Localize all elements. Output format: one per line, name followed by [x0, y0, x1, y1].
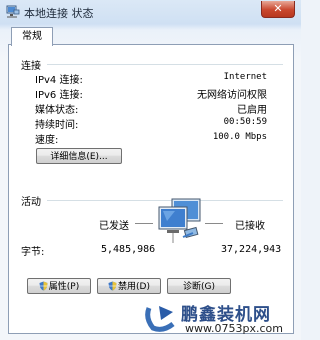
connection-section-title: 连接	[21, 61, 41, 72]
close-icon: ✕	[273, 2, 283, 15]
speed-value: 100.0 Mbps	[212, 132, 267, 142]
ipv4-value: Internet	[223, 72, 267, 82]
activity-section-title: 活动	[21, 197, 41, 208]
tab-general[interactable]: 常规	[11, 27, 53, 46]
details-button[interactable]: 详细信息(E)...	[36, 148, 122, 164]
disable-button[interactable]: 禁用(D)	[97, 278, 161, 294]
network-icon	[6, 5, 20, 18]
uac-shield-icon	[108, 281, 117, 291]
duration-label: 持续时间:	[35, 120, 79, 131]
sent-line	[135, 223, 153, 224]
ipv4-label: IPv4 连接:	[35, 75, 83, 86]
watermark-url: www.0753px.com	[185, 322, 283, 335]
media-state-label: 媒体状态:	[35, 105, 79, 116]
disable-label: 禁用(D)	[118, 282, 150, 292]
duration-value: 00:50:59	[223, 117, 267, 127]
window-title: 本地连接 状态	[24, 7, 94, 20]
uac-shield-icon	[39, 281, 48, 291]
network-computers-icon	[158, 198, 201, 243]
properties-button[interactable]: 属性(P)	[27, 278, 91, 294]
connection-divider	[47, 64, 283, 65]
received-label: 已接收	[235, 221, 265, 232]
bytes-sent-value: 5,485,986	[101, 244, 156, 255]
site-logo-icon	[145, 306, 175, 332]
tab-panel: 连接 IPv4 连接: Internet IPv6 连接: 无网络访问权限 媒体…	[8, 44, 294, 334]
watermark: 鹏鑫装机网 www.0753px.com	[141, 300, 301, 340]
media-state-value: 已启用	[237, 105, 267, 116]
close-button[interactable]: ✕	[261, 1, 295, 18]
diagnose-button[interactable]: 诊断(G)	[167, 278, 231, 294]
properties-label: 属性(P)	[48, 282, 80, 292]
speed-label: 速度:	[35, 135, 59, 146]
received-line	[205, 223, 223, 224]
ipv6-label: IPv6 连接:	[35, 90, 83, 101]
bytes-received-value: 37,224,943	[221, 244, 282, 255]
ipv6-value: 无网络访问权限	[197, 90, 267, 101]
title-bar: 本地连接 状态 ✕	[0, 0, 301, 24]
sent-label: 已发送	[99, 221, 129, 232]
status-window: 本地连接 状态 ✕ 常规 连接 IPv4 连接: Internet IPv6 连…	[0, 0, 301, 340]
bytes-label: 字节:	[21, 247, 45, 258]
